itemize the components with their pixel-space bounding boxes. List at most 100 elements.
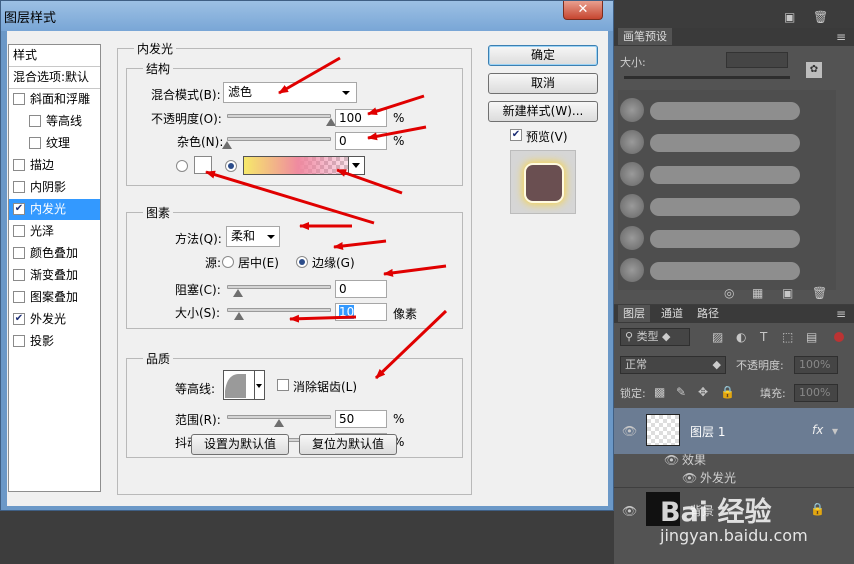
gradient-picker[interactable] <box>243 156 365 175</box>
brush-stroke[interactable] <box>650 166 800 184</box>
filter-shape-icon[interactable]: ⬚ <box>782 330 793 344</box>
new-style-button[interactable]: 新建样式(W)... <box>488 101 598 122</box>
checkbox-checked[interactable]: ✔ <box>13 203 25 215</box>
layer-opacity-field[interactable]: 100% <box>794 356 838 374</box>
preview-checkbox[interactable]: ✔ <box>510 129 522 141</box>
source-center-radio[interactable] <box>222 256 234 268</box>
set-default-button[interactable]: 设置为默认值 <box>191 434 289 455</box>
style-drop-shadow[interactable]: 投影 <box>9 331 100 352</box>
filter-pixel-icon[interactable]: ▨ <box>712 330 723 344</box>
outer-glow-effect[interactable]: 外发光 <box>700 469 736 486</box>
choke-input[interactable]: 0 <box>335 280 387 298</box>
lock-move-icon[interactable]: ✥ <box>698 385 708 399</box>
checkbox[interactable] <box>29 137 41 149</box>
style-inner-shadow[interactable]: 内阴影 <box>9 177 100 198</box>
style-gradient-overlay[interactable]: 渐变叠加 <box>9 265 100 286</box>
layer-name[interactable]: 图层 1 <box>690 423 725 440</box>
brush-toggle-icon[interactable]: ◎ <box>724 286 734 300</box>
gradient-dropdown[interactable] <box>348 157 364 174</box>
checkbox[interactable] <box>13 159 25 171</box>
lock-all-icon[interactable]: 🔒 <box>720 385 735 399</box>
filter-smart-icon[interactable]: ▤ <box>806 330 817 344</box>
checkbox[interactable] <box>29 115 41 127</box>
outer-glow-eye-icon[interactable]: 👁 <box>682 471 697 485</box>
brush-stroke[interactable] <box>650 230 800 248</box>
tab-brush-presets[interactable]: 画笔预设 <box>618 28 672 45</box>
layer-row-1[interactable]: 👁 图层 1 fx ▾ <box>614 408 854 454</box>
eye-icon[interactable]: 👁 <box>622 424 637 438</box>
checkbox[interactable] <box>13 247 25 259</box>
brush-stroke[interactable] <box>650 102 800 120</box>
checkbox[interactable] <box>13 269 25 281</box>
opacity-slider[interactable] <box>227 114 331 118</box>
opacity-input[interactable]: 100 <box>335 109 387 127</box>
style-color-overlay[interactable]: 颜色叠加 <box>9 243 100 264</box>
size-input[interactable]: 10 <box>335 303 387 321</box>
checkbox[interactable] <box>13 291 25 303</box>
range-slider-thumb[interactable] <box>274 419 284 427</box>
style-outer-glow[interactable]: ✔ 外发光 <box>9 309 100 330</box>
noise-slider-thumb[interactable] <box>222 141 232 149</box>
filter-toggle[interactable] <box>834 332 844 342</box>
tab-layers[interactable]: 图层 <box>618 305 650 322</box>
blending-options[interactable]: 混合选项:默认 <box>9 67 100 88</box>
layer-blend-select[interactable]: 正常 ◆ <box>620 356 726 374</box>
lock-paint-icon[interactable]: ✎ <box>676 385 686 399</box>
blend-mode-select[interactable]: 滤色 <box>223 82 357 103</box>
brush-tip[interactable] <box>620 162 644 186</box>
eye-icon[interactable]: 👁 <box>622 504 637 518</box>
filter-adjust-icon[interactable]: ◐ <box>736 330 746 344</box>
fill-field[interactable]: 100% <box>794 384 838 402</box>
checkbox[interactable] <box>13 93 25 105</box>
styles-header[interactable]: 样式 <box>9 45 100 66</box>
brush-stroke[interactable] <box>650 198 800 216</box>
style-bevel-emboss[interactable]: 斜面和浮雕 <box>9 89 100 110</box>
trash-icon[interactable]: 🗑 <box>813 10 828 24</box>
brush-preview-toggle-icon[interactable]: ✿ <box>806 62 822 78</box>
tab-channels[interactable]: 通道 <box>656 305 688 322</box>
style-inner-glow[interactable]: ✔ 内发光 <box>9 199 100 220</box>
range-input[interactable]: 50 <box>335 410 387 428</box>
style-satin[interactable]: 光泽 <box>9 221 100 242</box>
noise-input[interactable]: 0 <box>335 132 387 150</box>
checkbox-checked[interactable]: ✔ <box>13 313 25 325</box>
fx-icon[interactable]: fx <box>812 423 823 437</box>
size-slider-thumb[interactable] <box>234 312 244 320</box>
brush-size-slider[interactable] <box>624 76 790 79</box>
brush-tip[interactable] <box>620 194 644 218</box>
choke-slider-thumb[interactable] <box>233 289 243 297</box>
brush-stroke[interactable] <box>650 134 800 152</box>
style-contour[interactable]: 等高线 <box>9 111 100 132</box>
effects-eye-icon[interactable]: 👁 <box>664 453 679 467</box>
filter-type-icon[interactable]: T <box>760 330 767 344</box>
glow-color-swatch[interactable] <box>194 156 212 174</box>
brush-tip[interactable] <box>620 226 644 250</box>
source-edge-radio[interactable] <box>296 256 308 268</box>
ok-button[interactable]: 确定 <box>488 45 598 66</box>
gradient-radio[interactable] <box>225 160 237 172</box>
method-select[interactable]: 柔和 <box>226 226 280 247</box>
layer-filter-select[interactable]: ⚲ 类型 ◆ <box>620 328 690 346</box>
noise-slider[interactable] <box>227 137 331 141</box>
close-button[interactable]: ✕ <box>563 1 603 20</box>
panel-menu-icon[interactable]: ≡ <box>836 30 846 44</box>
expand-arrow-icon[interactable]: ▾ <box>832 424 838 438</box>
checkbox[interactable] <box>13 181 25 193</box>
delete-brush-icon[interactable]: 🗑 <box>812 286 827 300</box>
brush-tip[interactable] <box>620 98 644 122</box>
panel-menu-icon[interactable]: ≡ <box>836 307 846 321</box>
antialias-checkbox[interactable] <box>277 379 289 391</box>
grid-icon[interactable]: ▦ <box>752 286 763 300</box>
brush-tip[interactable] <box>620 130 644 154</box>
style-texture[interactable]: 纹理 <box>9 133 100 154</box>
lock-transparent-icon[interactable]: ▩ <box>654 385 665 399</box>
brush-stroke[interactable] <box>650 262 800 280</box>
style-pattern-overlay[interactable]: 图案叠加 <box>9 287 100 308</box>
contour-dropdown[interactable] <box>255 370 265 400</box>
checkbox[interactable] <box>13 335 25 347</box>
solid-color-radio[interactable] <box>176 160 188 172</box>
contour-picker[interactable] <box>223 370 255 400</box>
style-stroke[interactable]: 描边 <box>9 155 100 176</box>
tab-paths[interactable]: 路径 <box>692 305 724 322</box>
new-preset-icon[interactable]: ▣ <box>784 10 795 24</box>
